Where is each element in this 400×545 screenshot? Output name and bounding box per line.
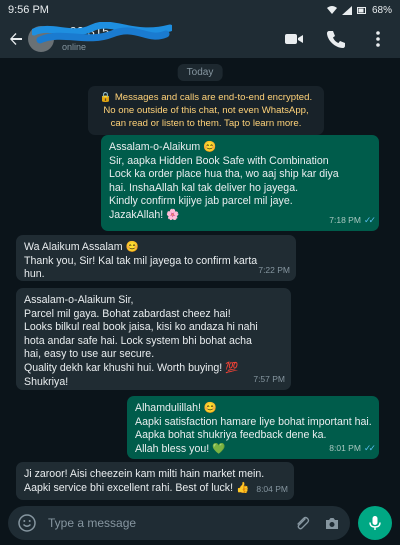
message-time: 7:57 PM: [253, 374, 285, 385]
message-line: Lock ka order place hua tha, wo aaj ship…: [109, 168, 339, 181]
header-actions: [284, 29, 388, 49]
contact-status: online: [62, 42, 87, 52]
message-meta: 7:18 PM ✓✓: [329, 214, 376, 228]
signal-icon: [341, 5, 352, 15]
message-bubble-outgoing[interactable]: Alhamdulillah! 😊 Aapki satisfaction hama…: [127, 396, 379, 459]
message-line: Thank you, Sir! Kal tak mil jayega to co…: [24, 254, 258, 267]
message-line: Aapka bohat shukriya feedback dene ka.: [135, 429, 327, 442]
message-line: Alhamdulillah! 😊: [135, 402, 218, 414]
read-ticks-icon: ✓✓: [363, 443, 376, 454]
contact-info[interactable]: +92 315 online: [32, 20, 284, 58]
message-time: 7:18 PM: [329, 215, 361, 226]
chat-area[interactable]: Today 🔒 Messages and calls are end-to-end…: [0, 58, 400, 500]
paperclip-icon[interactable]: [294, 515, 310, 531]
message-line: Sir, aapka Hidden Book Safe with Combina…: [109, 154, 329, 167]
message-line: Quality dekh kar khushi hui. Worth buyin…: [24, 361, 239, 374]
mic-icon: [369, 515, 381, 530]
message-composer: [8, 505, 350, 540]
message-line: Aapki satisfaction hamare liye bohat imp…: [135, 415, 372, 428]
emoji-icon[interactable]: [18, 513, 36, 532]
mic-button[interactable]: [358, 505, 392, 540]
battery-level: 68%: [371, 4, 392, 16]
message-line: Assalam-o-Alaikum Sir,: [24, 294, 134, 306]
message-line: Assalam-o-Alaikum 😊: [109, 141, 217, 153]
message-meta: 7:57 PM: [253, 373, 285, 387]
message-bubble-incoming[interactable]: Assalam-o-Alaikum Sir, Parcel mil gaya. …: [16, 288, 291, 390]
more-vert-icon[interactable]: [368, 29, 388, 49]
chat-header: +92 315 online: [0, 20, 400, 58]
message-meta: 7:22 PM: [258, 264, 290, 278]
message-time: 7:22 PM: [258, 265, 290, 276]
read-ticks-icon: ✓✓: [363, 215, 376, 226]
message-bubble-incoming[interactable]: Ji zaroor! Aisi cheezein kam milti hain …: [16, 462, 294, 500]
message-meta: 8:04 PM: [256, 483, 288, 497]
status-bar: 9:56 PM 68%: [0, 0, 400, 20]
date-divider: Today: [177, 64, 223, 81]
message-line: Kindly confirm kijiye jab parcel mil jay…: [109, 195, 293, 208]
message-line: hun.: [24, 268, 45, 281]
message-line: Aapki service bhi excellent rahi. Best o…: [24, 481, 250, 494]
message-line: hai, easy to use aur secure.: [24, 348, 155, 361]
arrow-left-icon[interactable]: [8, 31, 24, 47]
composer-bar: [0, 500, 400, 545]
message-line: hota andar safe hai. Lock system bhi boh…: [24, 334, 252, 347]
status-time: 9:56 PM: [8, 4, 49, 16]
encryption-text: Messages and calls are end-to-end encryp…: [103, 92, 313, 129]
status-icons: 68%: [326, 4, 392, 16]
battery-icon: [356, 6, 366, 14]
camera-icon[interactable]: [324, 515, 340, 531]
encryption-notice[interactable]: 🔒 Messages and calls are end-to-end encry…: [88, 86, 324, 135]
lock-icon: 🔒: [99, 92, 112, 103]
message-time: 8:01 PM: [329, 443, 361, 454]
redaction-scribble: [32, 22, 172, 44]
message-line: Shukriya!: [24, 375, 69, 388]
message-line: Wa Alaikum Assalam 😊: [24, 241, 139, 253]
message-line: Ji zaroor! Aisi cheezein kam milti hain …: [24, 468, 265, 480]
message-line: hai. InshaAllah kal tak deliver ho jayeg…: [109, 181, 299, 194]
message-line: Looks bilkul real book jaisa, kisi ko an…: [24, 321, 258, 334]
wifi-icon: [326, 5, 337, 14]
message-bubble-outgoing[interactable]: Assalam-o-Alaikum 😊 Sir, aapka Hidden Bo…: [101, 135, 379, 231]
message-input[interactable]: [48, 515, 280, 530]
video-call-icon[interactable]: [284, 29, 304, 49]
message-time: 8:04 PM: [256, 484, 288, 495]
message-bubble-incoming[interactable]: Wa Alaikum Assalam 😊 Thank you, Sir! Kal…: [16, 235, 296, 281]
message-line: Parcel mil gaya. Bohat zabardast cheez h…: [24, 307, 231, 320]
phone-icon[interactable]: [326, 29, 346, 49]
message-meta: 8:01 PM ✓✓: [329, 442, 376, 456]
